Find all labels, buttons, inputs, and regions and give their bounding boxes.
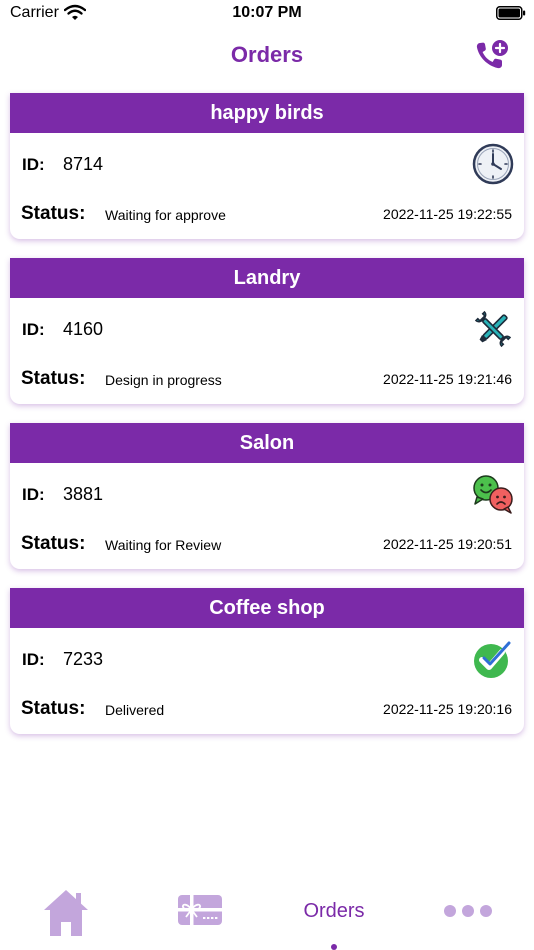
status-bar: Carrier 10:07 PM <box>0 0 534 28</box>
order-name: happy birds <box>10 93 524 133</box>
id-label: ID: <box>22 485 45 504</box>
order-id: 8714 <box>63 154 104 174</box>
order-card[interactable]: happy birds ID: 8714 Status: Waiting for… <box>10 93 524 239</box>
order-name: Salon <box>10 423 524 463</box>
clock-time: 10:07 PM <box>232 4 302 21</box>
status-label: Status: <box>21 203 86 224</box>
id-label: ID: <box>22 155 45 174</box>
order-card[interactable]: Salon ID: 3881 Status: Waiting for Revie… <box>10 423 524 569</box>
tab-orders-label: Orders <box>303 900 365 922</box>
status-label: Status: <box>21 368 86 389</box>
battery-icon <box>496 6 526 20</box>
tab-gift-card[interactable] <box>175 878 227 950</box>
order-id: 7233 <box>63 649 104 669</box>
id-label: ID: <box>22 320 45 339</box>
more-dots-icon <box>444 905 492 917</box>
order-name: Landry <box>10 258 524 298</box>
order-timestamp: 2022-11-25 19:22:55 <box>383 206 512 222</box>
tools-icon <box>474 310 512 348</box>
check-circle-icon <box>474 641 511 678</box>
order-card[interactable]: Landry ID: 4160 Status: Design in progre… <box>10 258 524 404</box>
order-status: Waiting for Review <box>105 537 222 553</box>
clock-icon <box>472 143 514 185</box>
tab-home[interactable] <box>40 878 92 950</box>
id-label: ID: <box>22 650 45 669</box>
order-timestamp: 2022-11-25 19:21:46 <box>383 371 512 387</box>
order-timestamp: 2022-11-25 19:20:16 <box>383 701 512 717</box>
tab-bar: Orders <box>0 878 534 950</box>
order-status: Waiting for approve <box>105 207 226 223</box>
tab-more[interactable] <box>440 878 496 950</box>
chat-faces-icon <box>473 475 513 514</box>
order-id: 3881 <box>63 484 104 504</box>
tab-orders[interactable]: Orders <box>283 878 385 950</box>
order-id: 4160 <box>63 319 104 339</box>
order-timestamp: 2022-11-25 19:20:51 <box>383 536 512 552</box>
add-call-button[interactable] <box>474 38 510 72</box>
home-icon <box>44 890 88 936</box>
order-status: Design in progress <box>105 372 222 388</box>
status-label: Status: <box>21 698 86 719</box>
status-label: Status: <box>21 533 86 554</box>
order-card[interactable]: Coffee shop ID: 7233 Status: Delivered 2… <box>10 588 524 734</box>
active-tab-indicator <box>331 944 337 950</box>
page-title: Orders <box>230 42 304 67</box>
gift-card-icon <box>178 895 222 925</box>
order-name: Coffee shop <box>10 588 524 628</box>
order-status: Delivered <box>105 702 165 718</box>
